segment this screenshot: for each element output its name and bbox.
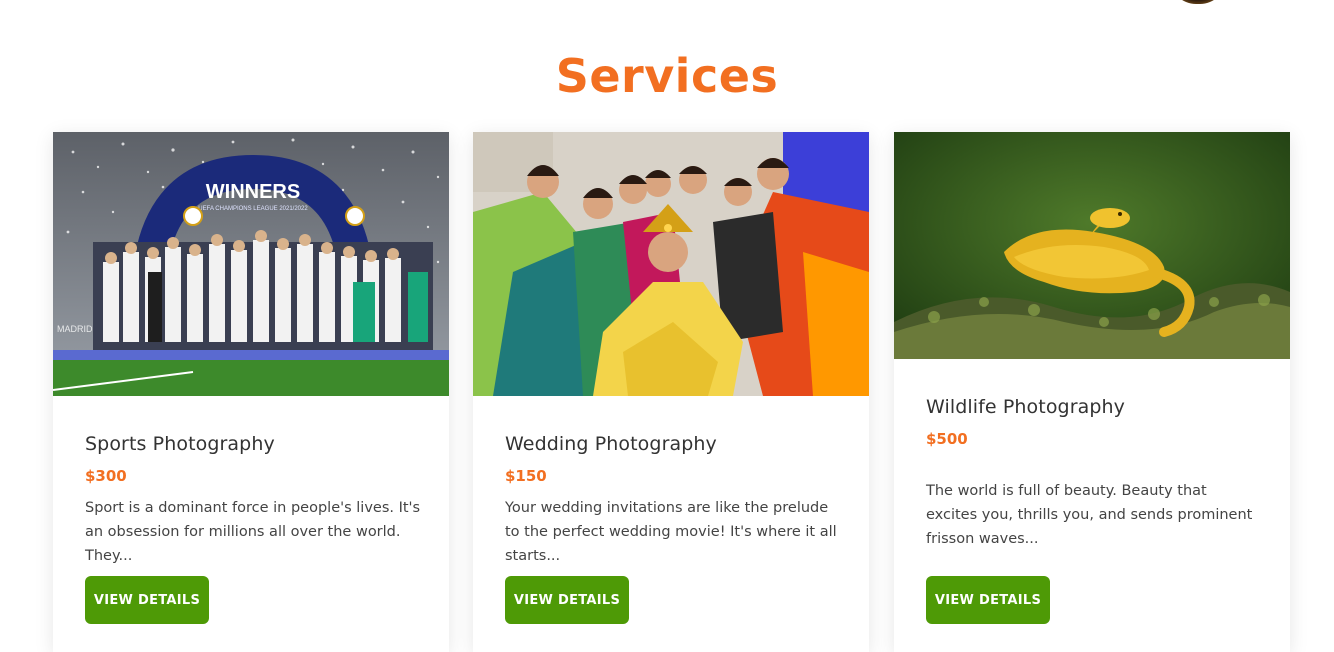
card-description: Sport is a dominant force in people's li… [85,500,421,564]
view-details-button[interactable]: VIEW DETAILS [926,576,1050,624]
avatar[interactable] [1170,0,1226,4]
wildlife-photo-illustration [894,132,1290,359]
card-body: Wildlife Photography $500 The world is f… [926,395,1262,551]
card-body: Wedding Photography $150 Your wedding in… [505,432,841,568]
sports-photo-illustration: WINNERS UEFA CHAMPIONS LEAGUE 2021/2022 [53,132,449,396]
card-price: $150 [505,467,547,485]
page-title: Services [555,49,779,103]
wildlife-image [894,132,1290,359]
view-details-button[interactable]: VIEW DETAILS [85,576,209,624]
card-title: Wildlife Photography [926,396,1126,418]
service-card-wildlife: Wildlife Photography $500 The world is f… [894,132,1290,652]
card-price: $300 [85,467,127,485]
card-description: The world is full of beauty. Beauty that… [926,483,1253,547]
card-description: Your wedding invitations are like the pr… [505,500,837,564]
sports-image: WINNERS UEFA CHAMPIONS LEAGUE 2021/2022 [53,132,449,396]
card-price: $500 [926,430,968,448]
winners-banner-text: WINNERS [206,181,300,203]
winners-banner-subtitle: UEFA CHAMPIONS LEAGUE 2021/2022 [198,206,308,212]
service-card-sports: WINNERS UEFA CHAMPIONS LEAGUE 2021/2022 [53,132,449,652]
view-details-button[interactable]: VIEW DETAILS [505,576,629,624]
madrid-board-text: MADRID [57,324,93,334]
wedding-photo-illustration [473,132,869,396]
card-title: Wedding Photography [505,433,717,455]
card-body: Sports Photography $300 Sport is a domin… [85,432,421,568]
wedding-image [473,132,869,396]
card-title: Sports Photography [85,433,275,455]
service-card-wedding: Wedding Photography $150 Your wedding in… [473,132,869,652]
